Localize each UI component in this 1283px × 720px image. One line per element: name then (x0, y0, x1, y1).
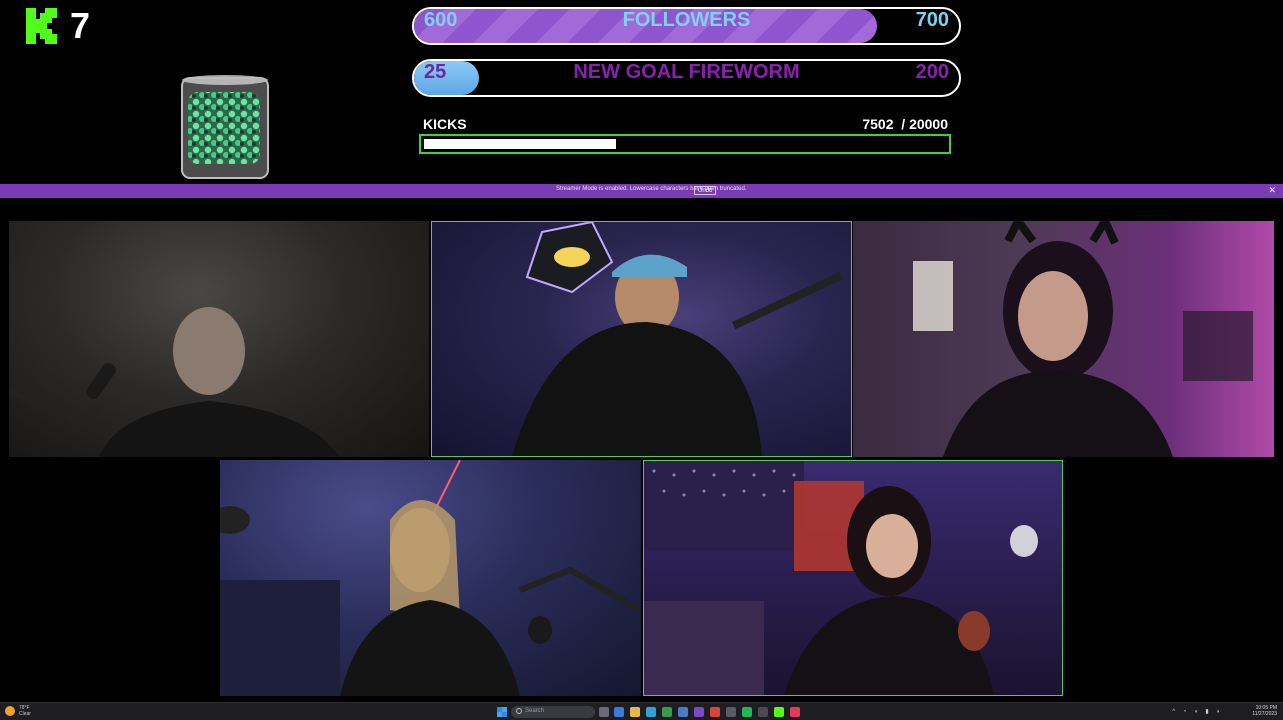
file-explorer-icon[interactable] (630, 707, 640, 717)
participant-video-1[interactable] (9, 221, 429, 457)
system-tray[interactable]: ^ ◔ ◖ ▮ ◗ (1172, 708, 1223, 715)
kick-count: 7 (70, 5, 91, 46)
participant-video-3[interactable] (853, 221, 1274, 457)
app-icon[interactable] (694, 707, 704, 717)
widgets-icon[interactable] (614, 707, 624, 717)
edge-browser-icon[interactable] (646, 707, 656, 717)
task-view-icon[interactable] (599, 707, 609, 717)
participant-video-2[interactable] (431, 221, 852, 457)
kick-logo-icon (26, 8, 57, 44)
kicks-progress-fill (424, 139, 616, 149)
clock[interactable]: 10:05 PM 11/27/2023 (1252, 705, 1277, 717)
kicks-title: KICKS (423, 116, 467, 132)
participant-video-4[interactable] (220, 460, 641, 696)
kicks-progress-bar (419, 134, 951, 154)
participant-silhouette (644, 461, 1038, 695)
goal-end: 200 (915, 61, 949, 83)
followers-end: 700 (915, 9, 949, 31)
weather-text[interactable]: 78°F Clear (19, 705, 31, 717)
participant-silhouette (913, 221, 1253, 457)
app-icon[interactable] (662, 707, 672, 717)
search-placeholder: Search (525, 708, 545, 714)
app-icon[interactable] (678, 707, 688, 717)
app-icon[interactable] (726, 707, 736, 717)
chrome-icon[interactable] (710, 707, 720, 717)
app-icon[interactable] (758, 707, 768, 717)
goal-label: NEW GOAL FIREWORM (573, 61, 800, 83)
taskbar: 78°F Clear Search ^ ◔ ◖ ▮ ◗ 10:05 PM 11/… (0, 702, 1283, 720)
followers-label: FOLLOWERS (622, 9, 751, 31)
new-goal-bar: 25 NEW GOAL FIREWORM 200 (412, 59, 961, 97)
search-input[interactable]: Search (511, 706, 595, 718)
jar-icon (181, 75, 269, 179)
app-icon[interactable] (790, 707, 800, 717)
kick-app-icon[interactable] (774, 707, 784, 717)
kicks-value: 7502 / 20000 (862, 116, 948, 132)
participant-video-5[interactable] (643, 460, 1063, 696)
participant-silhouette (9, 307, 339, 457)
notification-message: Streamer Mode is enabled. Lowercase char… (556, 186, 747, 192)
search-icon (516, 708, 522, 714)
undo-button[interactable]: Undo (694, 186, 717, 195)
spotify-icon[interactable] (742, 707, 752, 717)
participant-silhouette (220, 460, 641, 696)
start-icon[interactable] (497, 707, 507, 717)
participant-silhouette (512, 222, 844, 456)
close-icon[interactable]: ✕ (1268, 185, 1276, 196)
followers-goal-bar: 600 FOLLOWERS 700 (412, 7, 961, 45)
notification-bar: Streamer Mode is enabled. Lowercase char… (0, 184, 1283, 198)
weather-icon[interactable] (5, 706, 15, 716)
